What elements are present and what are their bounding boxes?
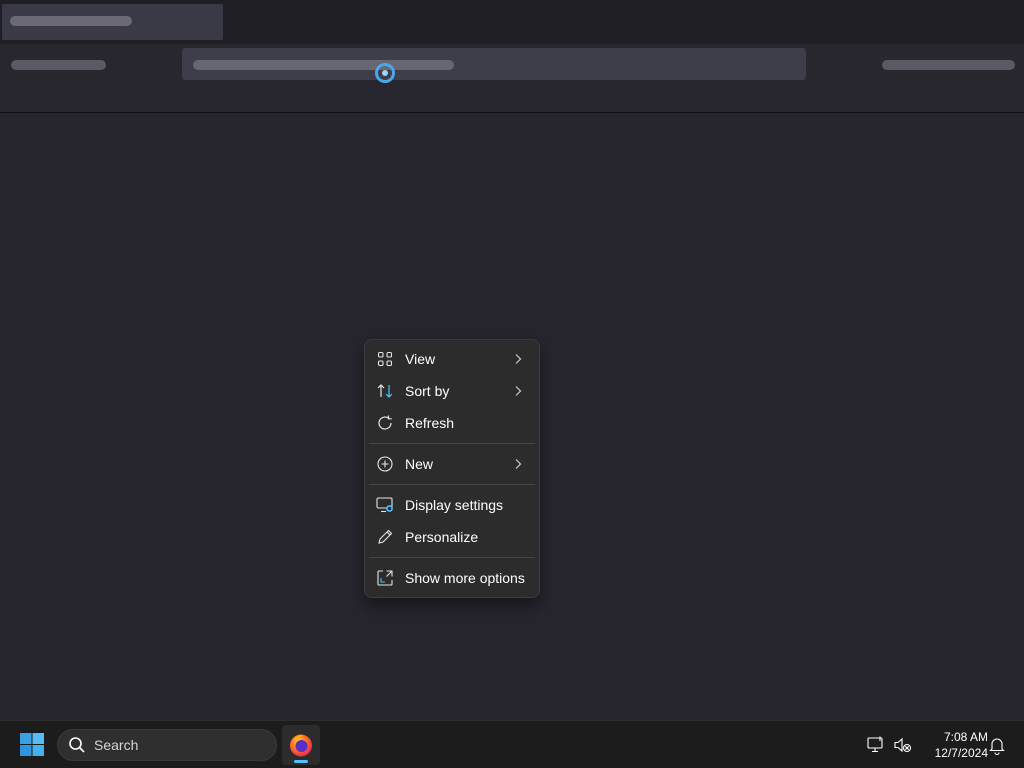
toolbar-left-placeholder bbox=[11, 60, 106, 70]
sort-icon bbox=[376, 382, 394, 400]
search-icon bbox=[69, 737, 85, 753]
expand-icon bbox=[376, 569, 394, 587]
clock-time: 7:08 AM bbox=[943, 730, 988, 744]
browser-titlebar bbox=[0, 0, 1024, 44]
running-indicator bbox=[294, 760, 308, 763]
volume-muted-icon[interactable] bbox=[893, 735, 913, 755]
menu-item-sort-by[interactable]: Sort by bbox=[365, 375, 539, 407]
menu-item-label: Refresh bbox=[405, 415, 455, 431]
plus-circle-icon bbox=[376, 455, 394, 473]
browser-toolbar bbox=[0, 44, 1024, 113]
taskbar: Search 7:08 AM 12/7/2024 bbox=[0, 720, 1024, 768]
windows-logo-icon bbox=[20, 733, 44, 756]
menu-separator bbox=[369, 557, 535, 558]
notification-bell-icon[interactable] bbox=[987, 735, 1007, 755]
network-icon[interactable] bbox=[866, 735, 886, 755]
menu-separator bbox=[369, 443, 535, 444]
menu-item-display-settings[interactable]: Display settings bbox=[365, 489, 539, 521]
taskbar-search-box[interactable]: Search bbox=[57, 729, 277, 761]
desktop-context-menu: View Sort by Refresh New Display setting… bbox=[364, 339, 540, 598]
pen-icon bbox=[376, 528, 394, 546]
address-placeholder bbox=[193, 60, 454, 70]
menu-item-label: New bbox=[405, 456, 434, 472]
chevron-right-icon bbox=[515, 459, 522, 469]
chevron-right-icon bbox=[515, 386, 522, 396]
refresh-icon bbox=[376, 414, 394, 432]
menu-item-refresh[interactable]: Refresh bbox=[365, 407, 539, 439]
taskbar-app-firefox[interactable] bbox=[282, 725, 320, 765]
menu-item-personalize[interactable]: Personalize bbox=[365, 521, 539, 553]
firefox-icon bbox=[290, 734, 312, 757]
menu-item-show-more-options[interactable]: Show more options bbox=[365, 562, 539, 594]
menu-item-new[interactable]: New bbox=[365, 448, 539, 480]
menu-item-label: Display settings bbox=[405, 497, 504, 513]
taskbar-clock[interactable]: 7:08 AM 12/7/2024 bbox=[918, 729, 988, 761]
tab-title-placeholder bbox=[10, 16, 132, 26]
grid-icon bbox=[376, 350, 394, 368]
address-bar[interactable] bbox=[182, 48, 806, 80]
menu-item-label: Show more options bbox=[405, 570, 525, 586]
chevron-right-icon bbox=[515, 354, 522, 364]
toolbar-right-placeholder bbox=[882, 60, 1015, 70]
menu-item-label: Sort by bbox=[405, 383, 450, 399]
screen: View Sort by Refresh New Display setting… bbox=[0, 0, 1024, 768]
menu-item-label: Personalize bbox=[405, 529, 479, 545]
display-settings-icon bbox=[376, 496, 394, 514]
search-label: Search bbox=[94, 737, 139, 753]
menu-item-label: View bbox=[405, 351, 436, 367]
start-button[interactable] bbox=[18, 732, 46, 758]
menu-item-view[interactable]: View bbox=[365, 343, 539, 375]
browser-tab[interactable] bbox=[2, 4, 223, 40]
loading-spinner-icon bbox=[375, 63, 395, 83]
menu-separator bbox=[369, 484, 535, 485]
clock-date: 12/7/2024 bbox=[934, 746, 988, 760]
